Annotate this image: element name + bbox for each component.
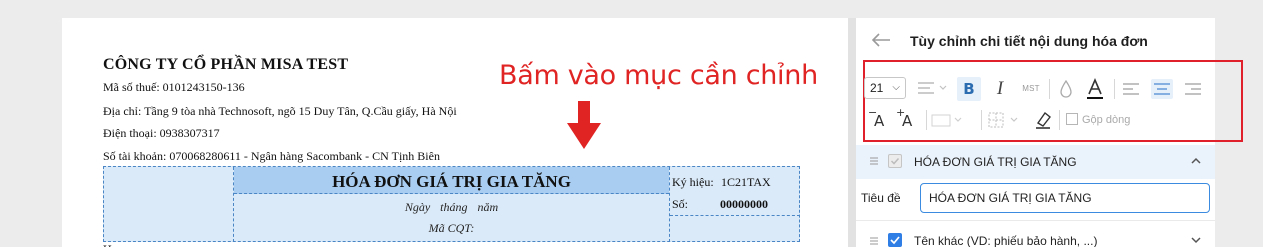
- check-icon: [890, 236, 900, 245]
- drag-handle-icon[interactable]: [869, 236, 879, 246]
- arrow-down-icon: [567, 101, 601, 149]
- align-right-button[interactable]: [1182, 79, 1204, 99]
- toolbar-separator: [981, 110, 982, 130]
- toolbar-separator: [926, 110, 927, 130]
- bank-account[interactable]: Số tài khoản: 070068280611 - Ngân hàng S…: [103, 149, 440, 164]
- company-phone[interactable]: Điện thoại: 0938307317: [103, 126, 220, 141]
- panel-divider: [848, 18, 856, 247]
- tax-code[interactable]: Mã số thuế: 0101243150-136: [103, 80, 245, 95]
- chevron-up-icon[interactable]: [1189, 154, 1203, 168]
- section-checkbox[interactable]: [888, 154, 902, 168]
- invoice-date-line[interactable]: Ngày tháng năm: [234, 200, 669, 215]
- align-justify-icon: [918, 82, 947, 94]
- title-highlight-band: HÓA ĐƠN GIÁ TRỊ GIA TĂNG: [234, 167, 669, 194]
- toolbar-separator: [1059, 110, 1060, 130]
- align-center-icon: [1154, 83, 1170, 95]
- section-header-row[interactable]: HÓA ĐƠN GIÁ TRỊ GIA TĂNG: [856, 145, 1215, 179]
- title-input[interactable]: [920, 183, 1210, 213]
- arrow-left-icon: [871, 33, 890, 47]
- check-icon: [890, 157, 900, 165]
- section-label: HÓA ĐƠN GIÁ TRỊ GIA TĂNG: [914, 155, 1077, 169]
- decrease-font-button[interactable]: − A: [868, 106, 890, 131]
- clear-format-button[interactable]: [1032, 109, 1054, 131]
- font-color-button[interactable]: [1084, 77, 1106, 101]
- increase-font-label: A: [902, 112, 913, 130]
- toolbar-separator: [1049, 79, 1050, 99]
- toolbar-separator: [1114, 79, 1115, 99]
- other-name-checkbox[interactable]: [888, 233, 902, 247]
- border-grid-dropdown[interactable]: [986, 109, 1026, 131]
- font-color-icon: [1087, 77, 1103, 99]
- chevron-down-icon[interactable]: [1189, 233, 1203, 247]
- bold-button[interactable]: B: [957, 77, 981, 101]
- chevron-down-icon: ⌵: [892, 82, 900, 93]
- drag-handle-icon[interactable]: [869, 156, 879, 166]
- invoice-title-cell[interactable]: HÓA ĐƠN GIÁ TRỊ GIA TĂNG Ngày tháng năm …: [233, 167, 670, 242]
- merge-rows-button[interactable]: Gộp dòng: [1066, 109, 1134, 131]
- panel-title: Tùy chỉnh chi tiết nội dung hóa đơn: [910, 33, 1148, 49]
- company-name[interactable]: CÔNG TY CỔ PHẦN MISA TEST: [103, 56, 348, 74]
- eraser-icon: [1036, 111, 1051, 129]
- back-button[interactable]: [870, 29, 894, 53]
- title-field-label: Tiêu đề: [861, 191, 901, 205]
- align-right-icon: [1185, 83, 1201, 95]
- decrease-font-label: A: [874, 112, 885, 130]
- merge-cells-icon: [1066, 113, 1078, 125]
- merge-rows-label: Gộp dòng: [1082, 114, 1131, 126]
- font-size-value: 21: [870, 81, 884, 95]
- tax-code-format-button[interactable]: MST: [1018, 80, 1044, 98]
- align-center-button[interactable]: [1151, 79, 1173, 99]
- italic-button[interactable]: I: [988, 77, 1012, 101]
- invoice-number-value[interactable]: 00000000: [720, 197, 768, 212]
- align-left-button[interactable]: [1120, 79, 1142, 99]
- company-address[interactable]: Địa chỉ: Tầng 9 tòa nhà Technosoft, ngõ …: [103, 104, 457, 119]
- border-style-icon: [931, 114, 962, 127]
- invoice-number-label[interactable]: Số:: [672, 197, 688, 212]
- logo-cell[interactable]: [104, 167, 233, 242]
- invoice-title[interactable]: HÓA ĐƠN GIÁ TRỊ GIA TĂNG: [234, 172, 669, 192]
- buyer-info-partial[interactable]: H: [103, 242, 112, 247]
- serial-value[interactable]: 1C21TAX: [721, 175, 771, 190]
- line-spacing-dropdown[interactable]: [916, 78, 950, 98]
- instruction-annotation: Bấm vào mục cần chỉnh: [499, 60, 818, 91]
- invoice-header-block[interactable]: HÓA ĐƠN GIÁ TRỊ GIA TĂNG Ngày tháng năm …: [103, 166, 800, 242]
- row-divider: [856, 220, 1215, 221]
- serial-label[interactable]: Ký hiệu:: [672, 175, 714, 190]
- increase-font-button[interactable]: + A: [896, 106, 918, 131]
- other-name-label: Tên khác (VD: phiếu bảo hành, ...): [914, 234, 1098, 247]
- border-grid-icon: [988, 112, 1018, 128]
- meta-divider: [670, 215, 800, 216]
- fill-color-button[interactable]: [1056, 77, 1076, 101]
- cqt-code-line[interactable]: Mã CQT:: [234, 221, 669, 236]
- border-style-dropdown[interactable]: [930, 111, 966, 129]
- droplet-icon: [1060, 79, 1072, 98]
- font-size-select[interactable]: 21 ⌵: [864, 77, 906, 99]
- align-left-icon: [1123, 83, 1139, 95]
- customize-panel: Tùy chỉnh chi tiết nội dung hóa đơn 21 ⌵…: [856, 18, 1243, 247]
- invoice-preview: CÔNG TY CỔ PHẦN MISA TEST Mã số thuế: 01…: [62, 18, 848, 247]
